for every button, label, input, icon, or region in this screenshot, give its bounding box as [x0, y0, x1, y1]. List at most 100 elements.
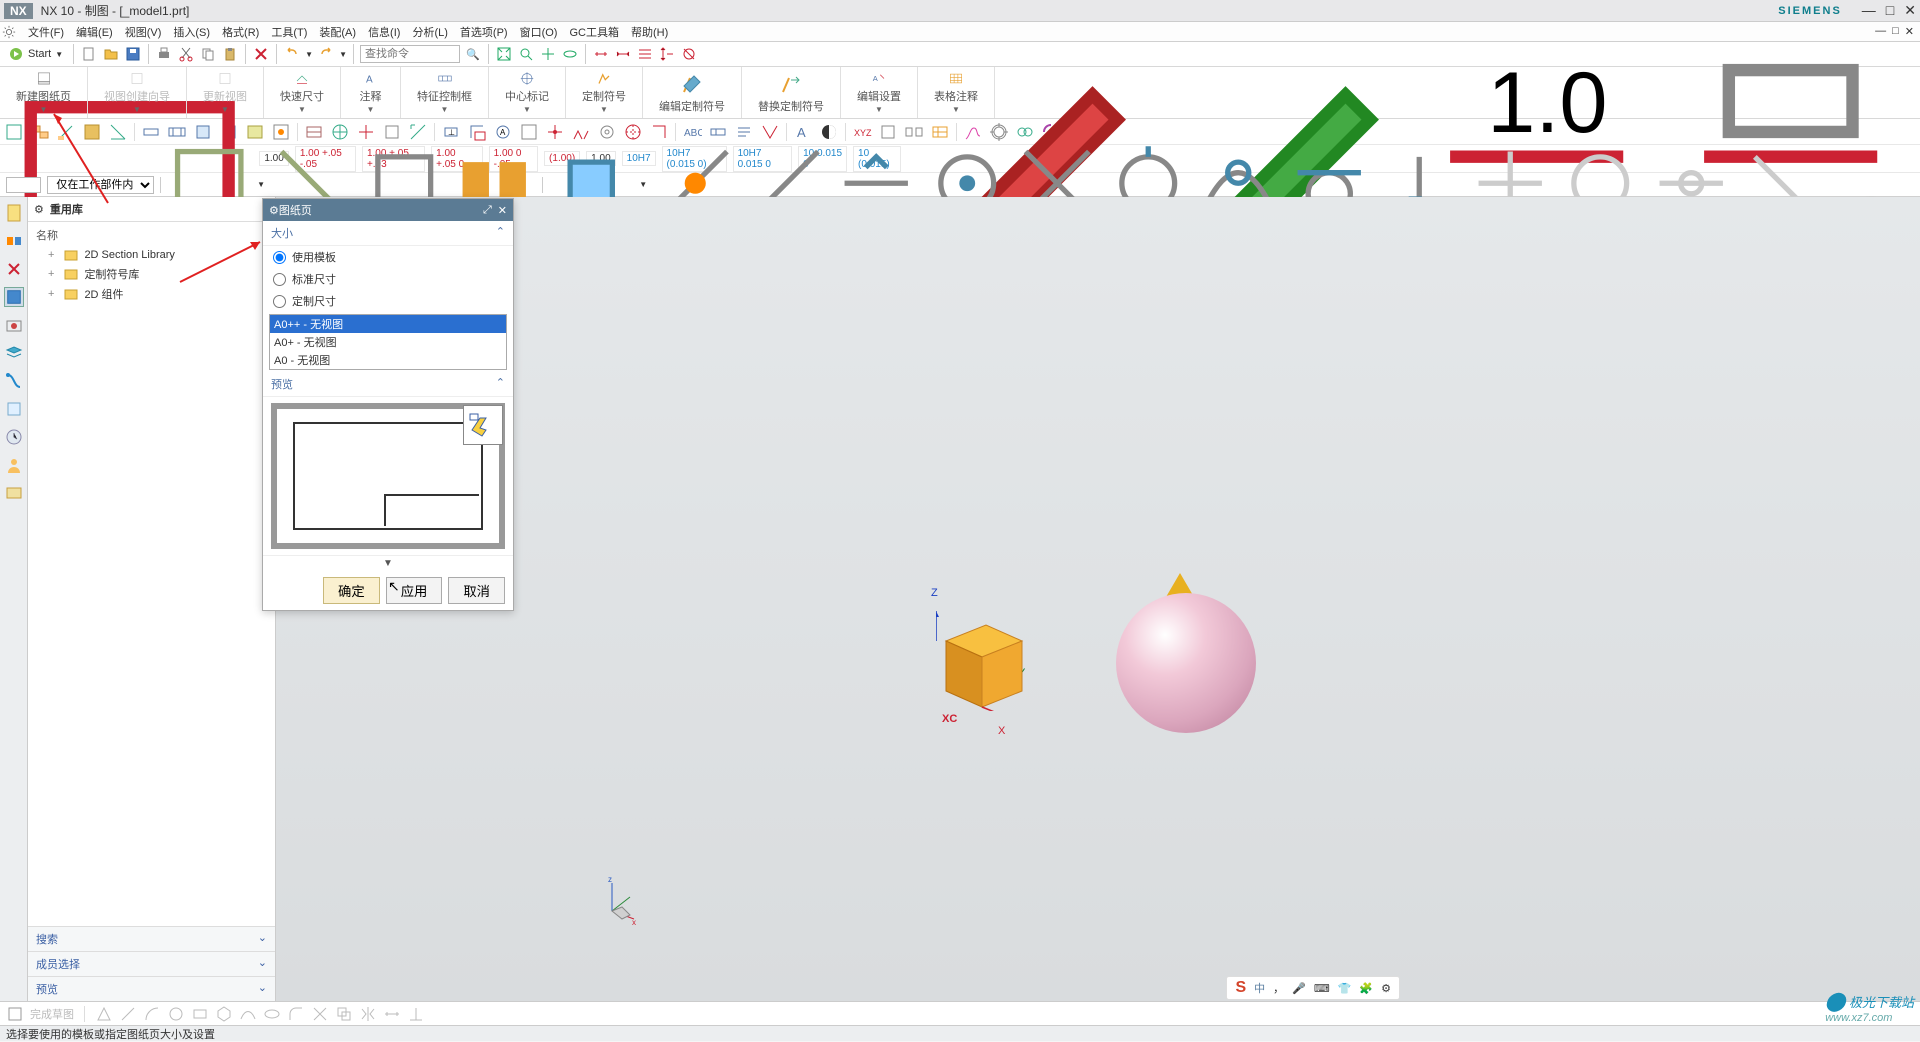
sketch-mirror-icon[interactable] [359, 1005, 377, 1023]
ribbon-note[interactable]: A 注释 ▼ [341, 67, 401, 118]
radio-input[interactable] [273, 295, 286, 308]
sketch-spline-icon[interactable] [239, 1005, 257, 1023]
assembly-navigator-tab[interactable] [4, 231, 24, 251]
ime-mic-icon[interactable]: 🎤 [1292, 982, 1306, 995]
menu-analysis[interactable]: 分析(L) [406, 22, 453, 42]
radio-custom[interactable]: 定制尺寸 [263, 290, 513, 312]
drafting-icon-generic[interactable] [330, 122, 350, 142]
drafting-icon-generic[interactable] [878, 122, 898, 142]
dim-style-1-icon[interactable] [592, 45, 610, 63]
list-item[interactable]: A1 - 无视图 [270, 369, 506, 370]
menu-insert[interactable]: 插入(S) [167, 22, 216, 42]
drafting-icon-generic[interactable] [819, 122, 839, 142]
search-icon[interactable]: 🔍 [464, 45, 482, 63]
maximize-button[interactable]: □ [1886, 2, 1894, 19]
menu-file[interactable]: 文件(F) [22, 22, 70, 42]
close-button[interactable]: ✕ [1904, 2, 1916, 19]
ribbon-custom-symbol[interactable]: 定制符号 ▼ [566, 67, 643, 118]
menu-assembly[interactable]: 装配(A) [313, 22, 362, 42]
sketch-offset-icon[interactable] [335, 1005, 353, 1023]
list-item[interactable]: A0++ - 无视图 [270, 315, 506, 333]
dim-style-4-icon[interactable] [658, 45, 676, 63]
ime-mode[interactable]: 中 [1254, 980, 1265, 996]
drafting-icon-generic[interactable] [271, 122, 291, 142]
ime-skin-icon[interactable]: 👕 [1338, 982, 1352, 995]
drafting-icon-generic[interactable] [382, 122, 402, 142]
panel-preview-section[interactable]: 预览⌄ [28, 976, 275, 1001]
ime-toolbox-icon[interactable]: 🧩 [1359, 982, 1373, 995]
sketch-arc-icon[interactable] [143, 1005, 161, 1023]
drafting-icon-generic[interactable]: XYZ [852, 122, 872, 142]
pan-icon[interactable] [539, 45, 557, 63]
cancel-button[interactable]: 取消 [448, 577, 505, 604]
ribbon-edit-symbol[interactable]: 编辑定制符号 [643, 67, 742, 118]
template-listbox[interactable]: A0++ - 无视图 A0+ - 无视图 A0 - 无视图 A1 - 无视图 [269, 314, 507, 370]
dialog-close-button[interactable]: ✕ [498, 204, 507, 217]
drafting-icon-generic[interactable] [760, 122, 780, 142]
apply-button[interactable]: 应用 [386, 577, 443, 604]
drafting-icon-generic[interactable]: A [493, 122, 513, 142]
sketch-rect-icon[interactable] [191, 1005, 209, 1023]
menu-view[interactable]: 视图(V) [119, 22, 168, 42]
layers-tab[interactable] [4, 343, 24, 363]
internet-tab[interactable] [4, 371, 24, 391]
menu-help[interactable]: 帮助(H) [625, 22, 674, 42]
part-navigator-tab[interactable] [4, 203, 24, 223]
menu-format[interactable]: 格式(R) [216, 22, 265, 42]
panel-member-section[interactable]: 成员选择⌄ [28, 951, 275, 976]
drafting-icon-generic[interactable] [304, 122, 324, 142]
rotate-icon[interactable] [561, 45, 579, 63]
radio-template[interactable]: 使用模板 [263, 246, 513, 268]
doc-close-button[interactable]: ✕ [1905, 25, 1914, 38]
sketch-polygon-icon[interactable] [215, 1005, 233, 1023]
reuse-library-tab[interactable] [4, 287, 24, 307]
sketch-fillet-icon[interactable] [287, 1005, 305, 1023]
sketch-dim-icon[interactable] [383, 1005, 401, 1023]
history-tab[interactable] [4, 399, 24, 419]
command-search-input[interactable] [360, 45, 460, 63]
hd3d-tab[interactable] [4, 315, 24, 335]
list-item[interactable]: A0+ - 无视图 [270, 333, 506, 351]
ribbon-edit-settings[interactable]: A 编辑设置 ▼ [841, 67, 918, 118]
system-tab[interactable] [4, 483, 24, 503]
ribbon-quick-dim[interactable]: 快速尺寸 ▼ [264, 67, 341, 118]
ribbon-center-mark[interactable]: 中心标记 ▼ [489, 67, 566, 118]
ime-punct-icon[interactable]: ， [1273, 980, 1284, 996]
sketch-ellipse-icon[interactable] [263, 1005, 281, 1023]
drafting-icon-generic[interactable] [649, 122, 669, 142]
gear-icon[interactable] [2, 25, 16, 39]
tree-item-2d-component[interactable]: 2D 组件 [28, 284, 275, 304]
drafting-icon-generic[interactable] [623, 122, 643, 142]
menu-edit[interactable]: 编辑(E) [70, 22, 119, 42]
constraint-navigator-tab[interactable] [4, 259, 24, 279]
menu-info[interactable]: 信息(I) [362, 22, 406, 42]
radio-standard[interactable]: 标准尺寸 [263, 268, 513, 290]
history-clock-tab[interactable] [4, 427, 24, 447]
fit-icon[interactable] [495, 45, 513, 63]
gear-icon[interactable]: ⚙ [34, 203, 44, 216]
undo-icon[interactable] [283, 45, 301, 63]
ribbon-table-note[interactable]: 表格注释 ▼ [918, 67, 995, 118]
drafting-icon-generic[interactable] [545, 122, 565, 142]
roles-tab[interactable] [4, 455, 24, 475]
dim-style-5-icon[interactable] [680, 45, 698, 63]
dialog-expand-button[interactable]: ⤢ [483, 204, 492, 217]
drafting-icon-generic[interactable] [571, 122, 591, 142]
ime-toolbar[interactable]: S 中 ， 🎤 ⌨ 👕 🧩 ⚙ [1226, 976, 1400, 1000]
menu-gctoolbox[interactable]: GC工具箱 [563, 22, 625, 42]
type-filter-combo[interactable] [6, 177, 41, 193]
drafting-icon-generic[interactable] [708, 122, 728, 142]
sketch-profile-icon[interactable] [95, 1005, 113, 1023]
dialog-preview-header[interactable]: 预览⌃ [263, 372, 513, 397]
ok-button[interactable]: 确定 [323, 577, 380, 604]
radio-input[interactable] [273, 251, 286, 264]
drafting-icon-generic[interactable] [519, 122, 539, 142]
menu-window[interactable]: 窗口(O) [514, 22, 564, 42]
redo-icon[interactable] [317, 45, 335, 63]
ribbon-fcf[interactable]: 特征控制框 ▼ [401, 67, 489, 118]
drafting-icon-generic[interactable] [467, 122, 487, 142]
dim-style-3-icon[interactable] [636, 45, 654, 63]
zoom-icon[interactable] [517, 45, 535, 63]
minimize-button[interactable]: — [1862, 2, 1876, 19]
sketch-line-icon[interactable] [119, 1005, 137, 1023]
